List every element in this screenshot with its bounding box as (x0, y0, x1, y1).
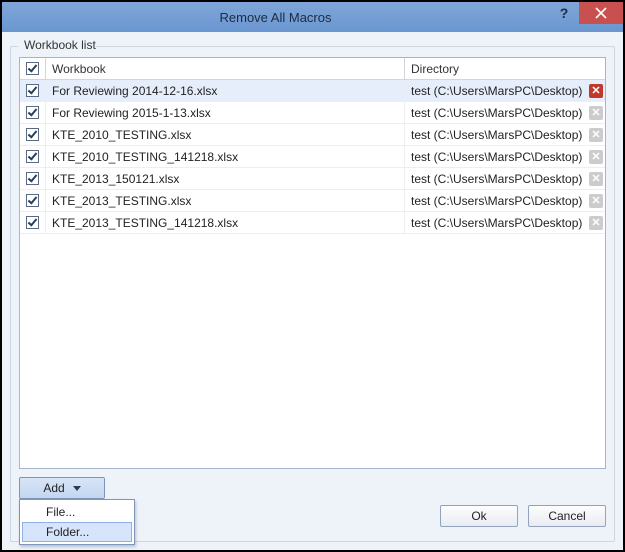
row-check-cell[interactable] (20, 190, 46, 211)
table-row[interactable]: KTE_2013_150121.xlsxtest (C:\Users\MarsP… (20, 168, 605, 190)
row-directory: test (C:\Users\MarsPC\Desktop)✕ (405, 212, 605, 233)
row-workbook: For Reviewing 2014-12-16.xlsx (46, 80, 405, 101)
row-directory: test (C:\Users\MarsPC\Desktop)✕ (405, 190, 605, 211)
row-workbook: KTE_2013_150121.xlsx (46, 168, 405, 189)
row-check-cell[interactable] (20, 102, 46, 123)
remove-row-icon: ✕ (589, 194, 603, 208)
remove-row-icon[interactable]: ✕ (589, 84, 603, 98)
groupbox-label: Workbook list (18, 38, 96, 54)
header-check-cell[interactable] (20, 58, 46, 79)
row-directory: test (C:\Users\MarsPC\Desktop)✕ (405, 80, 605, 101)
row-check-cell[interactable] (20, 80, 46, 101)
table-row[interactable]: For Reviewing 2014-12-16.xlsxtest (C:\Us… (20, 80, 605, 102)
window-title: Remove All Macros (2, 10, 549, 25)
dialog-body: Workbook list Workbook Directory For Rev… (2, 32, 623, 550)
remove-row-icon: ✕ (589, 150, 603, 164)
close-icon (595, 7, 607, 19)
add-button-wrap: Add File... Folder... (19, 477, 105, 499)
row-checkbox[interactable] (26, 128, 39, 141)
list-rows-container: For Reviewing 2014-12-16.xlsxtest (C:\Us… (20, 80, 605, 234)
table-row[interactable]: KTE_2010_TESTING_141218.xlsxtest (C:\Use… (20, 146, 605, 168)
add-dropdown: File... Folder... (19, 499, 135, 545)
row-workbook: KTE_2010_TESTING_141218.xlsx (46, 146, 405, 167)
table-row[interactable]: KTE_2013_TESTING_141218.xlsxtest (C:\Use… (20, 212, 605, 234)
footer-actions: Ok Cancel (440, 505, 606, 527)
row-workbook: KTE_2010_TESTING.xlsx (46, 124, 405, 145)
row-checkbox[interactable] (26, 106, 39, 119)
remove-macros-dialog: Remove All Macros ? Workbook list Workbo (0, 0, 625, 552)
cancel-button[interactable]: Cancel (528, 505, 606, 527)
row-workbook: KTE_2013_TESTING_141218.xlsx (46, 212, 405, 233)
header-directory[interactable]: Directory (405, 58, 605, 79)
chevron-down-icon (73, 486, 81, 491)
add-button-label: Add (43, 481, 64, 495)
row-directory: test (C:\Users\MarsPC\Desktop)✕ (405, 124, 605, 145)
row-checkbox[interactable] (26, 194, 39, 207)
remove-row-icon: ✕ (589, 172, 603, 186)
row-check-cell[interactable] (20, 146, 46, 167)
table-row[interactable]: KTE_2013_TESTING.xlsxtest (C:\Users\Mars… (20, 190, 605, 212)
header-workbook[interactable]: Workbook (46, 58, 405, 79)
table-row[interactable]: For Reviewing 2015-1-13.xlsxtest (C:\Use… (20, 102, 605, 124)
row-workbook: For Reviewing 2015-1-13.xlsx (46, 102, 405, 123)
add-menu-folder[interactable]: Folder... (22, 522, 132, 542)
remove-row-icon: ✕ (589, 128, 603, 142)
row-checkbox[interactable] (26, 216, 39, 229)
window-controls: ? (549, 2, 623, 32)
table-row[interactable]: KTE_2010_TESTING.xlsxtest (C:\Users\Mars… (20, 124, 605, 146)
add-button[interactable]: Add (19, 477, 105, 499)
row-check-cell[interactable] (20, 124, 46, 145)
row-directory: test (C:\Users\MarsPC\Desktop)✕ (405, 146, 605, 167)
add-menu-file[interactable]: File... (22, 502, 132, 522)
row-directory: test (C:\Users\MarsPC\Desktop)✕ (405, 102, 605, 123)
row-check-cell[interactable] (20, 168, 46, 189)
remove-row-icon: ✕ (589, 106, 603, 120)
list-header: Workbook Directory (20, 58, 605, 80)
row-checkbox[interactable] (26, 150, 39, 163)
row-check-cell[interactable] (20, 212, 46, 233)
remove-row-icon: ✕ (589, 216, 603, 230)
help-button[interactable]: ? (549, 2, 579, 24)
close-button[interactable] (579, 2, 623, 24)
row-workbook: KTE_2013_TESTING.xlsx (46, 190, 405, 211)
row-directory: test (C:\Users\MarsPC\Desktop)✕ (405, 168, 605, 189)
list-empty-area (20, 234, 605, 468)
titlebar: Remove All Macros ? (2, 2, 623, 32)
dialog-footer: Add File... Folder... Ok Cancel (19, 477, 606, 533)
ok-button[interactable]: Ok (440, 505, 518, 527)
workbook-groupbox: Workbook Directory For Reviewing 2014-12… (10, 46, 615, 542)
select-all-checkbox[interactable] (26, 62, 39, 75)
row-checkbox[interactable] (26, 172, 39, 185)
row-checkbox[interactable] (26, 84, 39, 97)
workbook-list[interactable]: Workbook Directory For Reviewing 2014-12… (19, 57, 606, 469)
